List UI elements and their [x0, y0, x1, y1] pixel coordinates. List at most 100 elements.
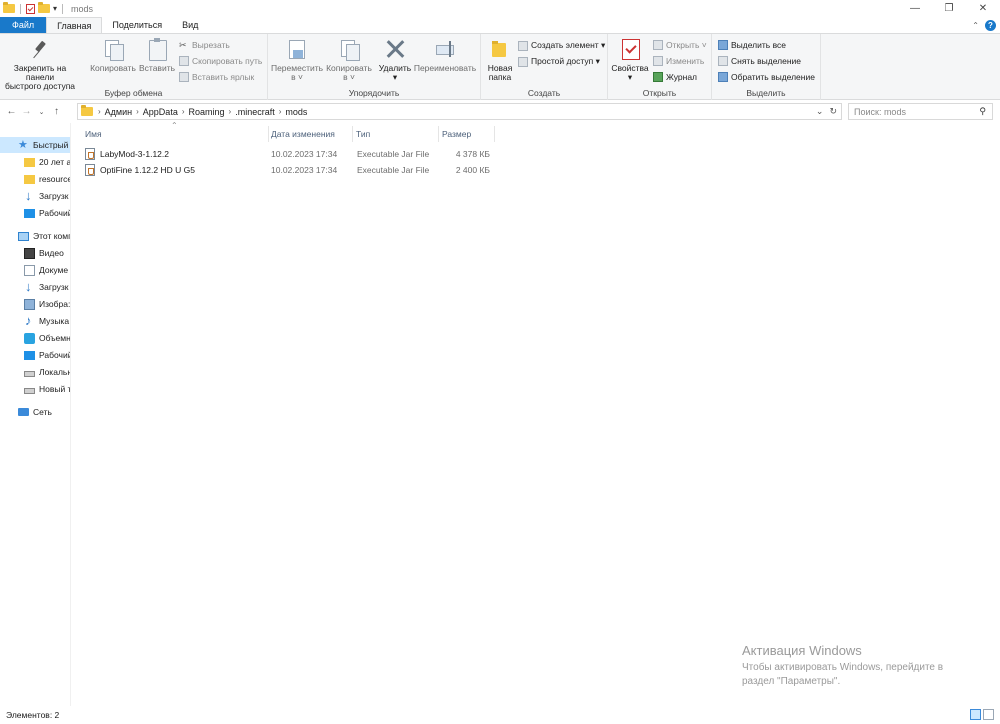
- nav-item-resource[interactable]: resource: [0, 171, 70, 187]
- new-item-button[interactable]: Создать элемент ▾: [518, 40, 605, 51]
- tab-view[interactable]: Вид: [172, 17, 208, 34]
- select-none-label: Снять выделение: [731, 56, 802, 66]
- chevron-right-icon[interactable]: ›: [279, 107, 282, 116]
- tab-file[interactable]: Файл: [0, 17, 47, 34]
- column-header-name[interactable]: Имя: [85, 126, 269, 142]
- column-header-type[interactable]: Тип: [356, 126, 440, 142]
- folder-icon: [81, 105, 93, 116]
- delete-button[interactable]: Удалить ▾: [378, 38, 412, 82]
- up-arrow-icon[interactable]: ↑: [49, 106, 64, 117]
- easy-access-button[interactable]: Простой доступ ▾: [518, 56, 600, 67]
- chevron-right-icon[interactable]: ›: [98, 107, 101, 116]
- nav-item-documents[interactable]: Докуме: [0, 262, 68, 278]
- maximize-button[interactable]: ❐: [932, 0, 966, 17]
- table-row[interactable]: LabyMod-3-1.12.2 10.02.2023 17:34 Execut…: [83, 146, 493, 162]
- address-bar[interactable]: › Админ › AppData › Roaming › .minecraft…: [77, 103, 842, 120]
- copy-to-button[interactable]: Копировать в ˅: [324, 38, 374, 82]
- column-divider[interactable]: [352, 126, 353, 142]
- breadcrumb-admin[interactable]: Админ: [105, 107, 132, 117]
- table-row[interactable]: OptiFine 1.12.2 HD U G5 10.02.2023 17:34…: [83, 162, 493, 178]
- close-button[interactable]: ✕: [966, 0, 1000, 17]
- column-header-date[interactable]: Дата изменения: [271, 126, 355, 142]
- forward-arrow-icon[interactable]: →: [19, 106, 34, 117]
- breadcrumb-roaming[interactable]: Roaming: [189, 107, 225, 117]
- tab-share[interactable]: Поделиться: [102, 17, 172, 34]
- open-button[interactable]: Открыть ˅: [653, 40, 707, 50]
- refresh-icon[interactable]: ↻: [829, 106, 837, 117]
- large-icons-view-icon[interactable]: [983, 709, 994, 720]
- nav-item-music[interactable]: Музыка: [0, 313, 69, 329]
- window-title: mods: [71, 3, 94, 14]
- nav-item-3d-objects[interactable]: Объемн: [0, 330, 70, 346]
- nav-item-local-disk[interactable]: Локальн: [0, 364, 70, 380]
- watermark-line-1: Чтобы активировать Windows, перейдите в: [742, 662, 944, 673]
- download-icon: [24, 188, 35, 203]
- nav-item-downloads[interactable]: Загрузк: [0, 188, 68, 204]
- copy-path-icon: [179, 56, 189, 66]
- help-icon[interactable]: ?: [985, 20, 996, 31]
- nav-item-new-volume[interactable]: Новый т: [0, 381, 71, 397]
- search-placeholder: Поиск: mods: [854, 106, 906, 117]
- search-icon[interactable]: ⚲: [979, 106, 986, 117]
- nav-this-pc[interactable]: Этот комп: [0, 228, 70, 244]
- history-icon: [653, 72, 663, 82]
- chevron-right-icon[interactable]: ›: [229, 107, 232, 116]
- column-header-size[interactable]: Размер: [442, 126, 494, 142]
- new-folder-button[interactable]: Новая папка: [484, 38, 516, 82]
- details-view-icon[interactable]: [970, 709, 981, 720]
- breadcrumb-minecraft[interactable]: .minecraft: [235, 107, 275, 117]
- nav-item-video[interactable]: Видео: [0, 245, 64, 261]
- select-all-button[interactable]: Выделить все: [718, 40, 786, 50]
- copy-button[interactable]: Копировать: [89, 38, 137, 73]
- paste-button[interactable]: Вставить: [137, 38, 177, 73]
- tab-home[interactable]: Главная: [46, 17, 103, 34]
- edit-button[interactable]: Изменить: [653, 56, 704, 66]
- column-divider[interactable]: [494, 126, 495, 142]
- pin-quick-access-button[interactable]: Закрепить на панели быстрого доступа: [4, 38, 76, 91]
- document-icon: [24, 264, 35, 276]
- address-dropdown-icon[interactable]: ⌄: [816, 106, 824, 117]
- cut-button[interactable]: ✂ Вырезать: [179, 40, 230, 50]
- nav-network[interactable]: Сеть: [0, 404, 52, 420]
- search-box[interactable]: Поиск: mods ⚲: [848, 103, 993, 120]
- group-open: Свойства ▾ Открыть ˅ Изменить Журнал Отк…: [608, 34, 712, 100]
- nav-item-pictures[interactable]: Изобра:: [0, 296, 70, 312]
- breadcrumb-appdata[interactable]: AppData: [143, 107, 178, 117]
- minimize-button[interactable]: —: [898, 0, 932, 17]
- nav-item-desktop-pc[interactable]: Рабочий: [0, 347, 70, 363]
- customize-dropdown-icon[interactable]: ▾: [53, 4, 57, 13]
- ribbon: Закрепить на панели быстрого доступа Коп…: [0, 33, 1000, 100]
- paste-shortcut-button[interactable]: Вставить ярлык: [179, 72, 254, 82]
- invert-selection-button[interactable]: Обратить выделение: [718, 72, 815, 82]
- move-to-button[interactable]: Переместить в ˅: [271, 38, 323, 82]
- copy-to-sub: в ˅: [343, 72, 355, 82]
- nav-item-desktop[interactable]: Рабочий: [0, 205, 71, 221]
- recent-locations-icon[interactable]: ⌄: [34, 108, 49, 116]
- chevron-right-icon[interactable]: ›: [182, 107, 185, 116]
- nav-item-label: Новый т: [39, 384, 71, 394]
- nav-item-label: Рабочий: [39, 208, 71, 218]
- copy-label: Копировать: [90, 63, 136, 73]
- copy-icon: [102, 38, 124, 61]
- column-divider[interactable]: [268, 126, 269, 142]
- chevron-right-icon[interactable]: ›: [136, 107, 139, 116]
- history-button[interactable]: Журнал: [653, 72, 697, 82]
- copy-path-button[interactable]: Скопировать путь: [179, 56, 262, 66]
- properties-icon[interactable]: [26, 3, 35, 14]
- back-arrow-icon[interactable]: ←: [4, 106, 19, 117]
- new-folder-icon[interactable]: [38, 2, 50, 13]
- rename-button[interactable]: Переименовать: [412, 38, 478, 73]
- select-none-button[interactable]: Снять выделение: [718, 56, 801, 66]
- nav-item-downloads-pc[interactable]: Загрузк: [0, 279, 68, 295]
- jar-file-icon: [85, 164, 95, 176]
- properties-check-icon: [619, 38, 641, 60]
- group-label-organize: Упорядочить: [348, 88, 400, 98]
- column-divider[interactable]: [438, 126, 439, 142]
- group-organize: Переместить в ˅ Копировать в ˅ Удалить ▾…: [268, 34, 481, 100]
- nav-item-20-years[interactable]: 20 лет а.: [0, 154, 70, 170]
- nav-quick-access[interactable]: ★ Быстрый: [0, 137, 70, 153]
- expand-ribbon-icon[interactable]: ⌃: [972, 21, 979, 30]
- properties-button[interactable]: Свойства ▾: [610, 38, 650, 82]
- breadcrumb-mods[interactable]: mods: [285, 107, 307, 117]
- watermark-title: Активация Windows: [742, 643, 862, 658]
